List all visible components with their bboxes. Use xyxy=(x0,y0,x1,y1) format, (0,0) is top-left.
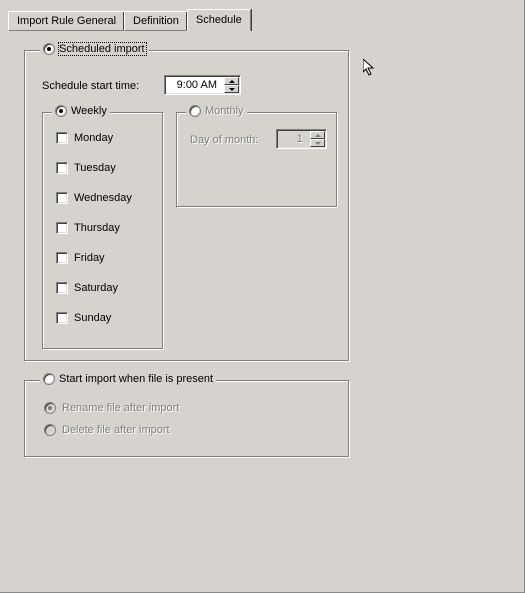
chevron-up-icon xyxy=(229,80,235,83)
label-wednesday: Wednesday xyxy=(74,192,132,204)
label-rename-after: Rename file after import xyxy=(62,402,179,414)
day-row[interactable]: Saturday xyxy=(56,282,118,294)
tab-definition[interactable]: Definition xyxy=(124,11,188,31)
radio-file-present-label: Start import when file is present xyxy=(59,373,213,385)
radio-monthly-label: Monthly xyxy=(205,105,244,117)
spinner-start-time-up[interactable] xyxy=(224,77,239,85)
spinner-day-of-month-down xyxy=(310,139,325,147)
checkbox-thursday[interactable] xyxy=(56,222,68,234)
radio-delete-after xyxy=(44,424,56,436)
checkbox-wednesday[interactable] xyxy=(56,192,68,204)
group-monthly: Monthly Day of month: 1 xyxy=(176,112,338,208)
radio-file-present[interactable] xyxy=(43,373,55,385)
radio-rename-after xyxy=(44,402,56,414)
label-thursday: Thursday xyxy=(74,222,120,234)
checkbox-saturday[interactable] xyxy=(56,282,68,294)
day-row[interactable]: Monday xyxy=(56,132,113,144)
group-file-present: Start import when file is present Rename… xyxy=(24,380,350,458)
spinner-day-of-month: 1 xyxy=(276,129,327,149)
tab-import-rule-general[interactable]: Import Rule General xyxy=(8,11,125,31)
tab-schedule[interactable]: Schedule xyxy=(187,9,251,31)
label-tuesday: Tuesday xyxy=(74,162,116,174)
spinner-start-time[interactable]: 9:00 AM xyxy=(164,75,241,95)
checkbox-tuesday[interactable] xyxy=(56,162,68,174)
spinner-day-of-month-up xyxy=(310,131,325,139)
radio-scheduled-import-label: Scheduled import xyxy=(59,43,146,55)
radio-monthly[interactable] xyxy=(189,105,201,117)
day-row[interactable]: Thursday xyxy=(56,222,120,234)
label-sunday: Sunday xyxy=(74,312,111,324)
group-weekly: Weekly Monday Tuesday Wednesday Thursday… xyxy=(42,112,164,350)
radio-weekly-label: Weekly xyxy=(71,105,107,117)
row-day-of-month: Day of month: xyxy=(190,134,258,146)
day-row[interactable]: Friday xyxy=(56,252,105,264)
chevron-down-icon xyxy=(315,142,321,145)
radio-weekly[interactable] xyxy=(55,105,67,117)
label-monday: Monday xyxy=(74,132,113,144)
radio-file-present-legend[interactable]: Start import when file is present xyxy=(40,373,216,385)
label-day-of-month: Day of month: xyxy=(190,134,258,146)
group-scheduled-import: Scheduled import Schedule start time: 9:… xyxy=(24,50,350,362)
day-row[interactable]: Wednesday xyxy=(56,192,132,204)
tabstrip: Import Rule General Definition Schedule xyxy=(8,10,251,31)
row-delete-after: Delete file after import xyxy=(44,424,170,436)
day-row[interactable]: Tuesday xyxy=(56,162,116,174)
radio-scheduled-import[interactable] xyxy=(43,43,55,55)
radio-weekly-legend[interactable]: Weekly xyxy=(52,105,110,117)
spinner-start-time-down[interactable] xyxy=(224,85,239,93)
checkbox-sunday[interactable] xyxy=(56,312,68,324)
chevron-up-icon xyxy=(315,134,321,137)
label-saturday: Saturday xyxy=(74,282,118,294)
label-start-time: Schedule start time: xyxy=(42,80,139,92)
label-delete-after: Delete file after import xyxy=(62,424,170,436)
schedule-tab-panel: Import Rule General Definition Schedule … xyxy=(0,0,525,593)
checkbox-monday[interactable] xyxy=(56,132,68,144)
chevron-down-icon xyxy=(229,88,235,91)
checkbox-friday[interactable] xyxy=(56,252,68,264)
row-start-time: Schedule start time: xyxy=(42,80,139,92)
radio-monthly-legend[interactable]: Monthly xyxy=(186,105,247,117)
row-rename-after: Rename file after import xyxy=(44,402,179,414)
spinner-day-of-month-wrap: 1 xyxy=(276,129,327,149)
radio-scheduled-import-legend[interactable]: Scheduled import xyxy=(40,43,149,55)
label-friday: Friday xyxy=(74,252,105,264)
day-row[interactable]: Sunday xyxy=(56,312,111,324)
spinner-start-time-wrap: 9:00 AM xyxy=(164,75,241,95)
spinner-start-time-value[interactable]: 9:00 AM xyxy=(165,76,223,94)
cursor-icon xyxy=(363,59,375,78)
spinner-day-of-month-value: 1 xyxy=(277,130,309,148)
